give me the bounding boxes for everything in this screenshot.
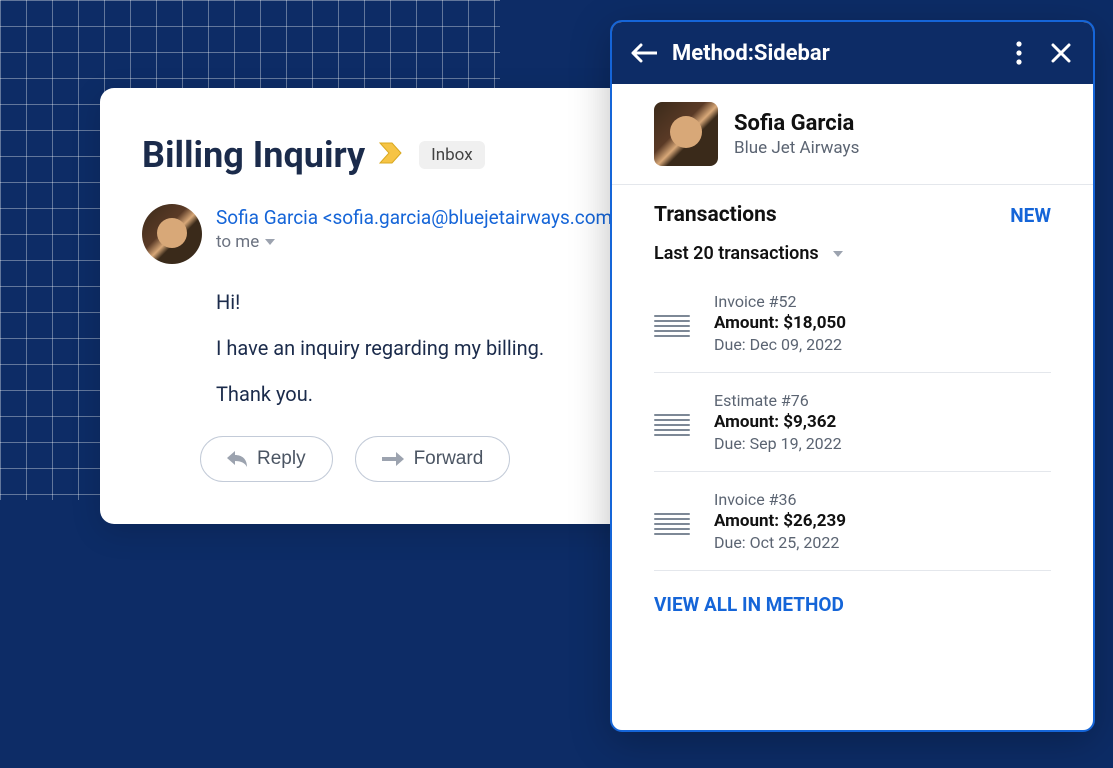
transaction-item[interactable]: Invoice #52 Amount: $18,050 Due: Dec 09,… <box>654 274 1051 373</box>
sidebar-title: Method:Sidebar <box>672 41 991 66</box>
sender-avatar[interactable] <box>142 204 202 264</box>
forward-button[interactable]: Forward <box>355 436 511 482</box>
document-icon <box>654 490 690 552</box>
view-all-link[interactable]: VIEW ALL IN METHOD <box>612 571 1093 638</box>
transaction-due: Due: Sep 19, 2022 <box>714 434 842 453</box>
transaction-ref: Invoice #52 <box>714 292 846 311</box>
transactions-filter[interactable]: Last 20 transactions <box>612 233 1093 274</box>
back-button[interactable] <box>630 39 658 67</box>
sidebar-header: Method:Sidebar <box>612 22 1093 84</box>
contact-avatar <box>654 102 718 166</box>
transaction-amount: Amount: $18,050 <box>714 313 846 333</box>
importance-arrow-icon <box>379 142 405 168</box>
sender-display[interactable]: Sofia Garcia <sofia.garcia@bluejetairway… <box>216 206 622 229</box>
chevron-down-icon <box>833 251 843 257</box>
transaction-amount: Amount: $9,362 <box>714 412 842 432</box>
close-button[interactable] <box>1047 39 1075 67</box>
arrow-left-icon <box>631 43 657 63</box>
to-label: to me <box>216 232 259 252</box>
document-icon <box>654 292 690 354</box>
forward-icon <box>382 452 404 466</box>
contact-company: Blue Jet Airways <box>734 138 859 158</box>
transaction-ref: Estimate #76 <box>714 391 842 410</box>
transaction-item[interactable]: Invoice #36 Amount: $26,239 Due: Oct 25,… <box>654 472 1051 571</box>
kebab-icon <box>1016 41 1022 65</box>
method-sidebar-panel: Method:Sidebar Sofia Garcia Blue Jet Air… <box>610 20 1095 732</box>
transaction-ref: Invoice #36 <box>714 490 846 509</box>
transaction-due: Due: Oct 25, 2022 <box>714 533 846 552</box>
close-icon <box>1051 43 1071 63</box>
transactions-list: Invoice #52 Amount: $18,050 Due: Dec 09,… <box>612 274 1093 571</box>
reply-button[interactable]: Reply <box>200 436 333 482</box>
contact-block[interactable]: Sofia Garcia Blue Jet Airways <box>612 84 1093 185</box>
transactions-heading: Transactions <box>654 203 777 227</box>
transaction-due: Due: Dec 09, 2022 <box>714 335 846 354</box>
new-transaction-button[interactable]: NEW <box>1010 204 1051 227</box>
transaction-amount: Amount: $26,239 <box>714 511 846 531</box>
filter-label: Last 20 transactions <box>654 243 819 264</box>
chevron-down-icon <box>265 239 275 245</box>
inbox-tag[interactable]: Inbox <box>419 141 485 169</box>
reply-icon <box>227 451 247 467</box>
forward-label: Forward <box>414 448 484 470</box>
recipient-line[interactable]: to me <box>216 232 622 252</box>
contact-name: Sofia Garcia <box>734 111 859 136</box>
document-icon <box>654 391 690 453</box>
transaction-item[interactable]: Estimate #76 Amount: $9,362 Due: Sep 19,… <box>654 373 1051 472</box>
more-menu-button[interactable] <box>1005 39 1033 67</box>
email-subject: Billing Inquiry <box>142 134 365 176</box>
reply-label: Reply <box>257 448 306 470</box>
